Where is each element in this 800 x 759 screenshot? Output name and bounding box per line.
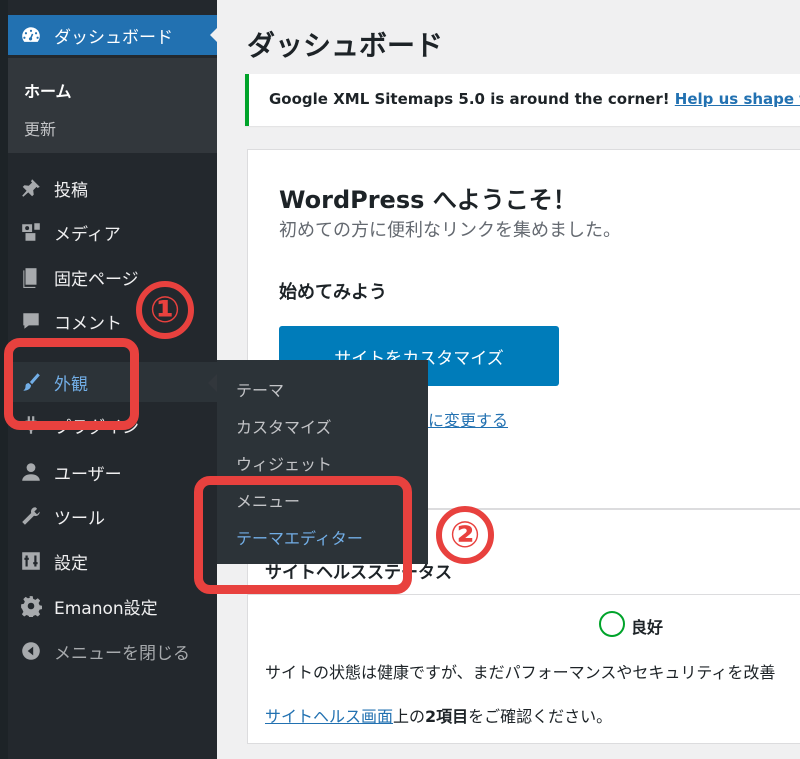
sidebar-item-label: ユーザー bbox=[54, 464, 122, 485]
user-icon bbox=[8, 461, 54, 483]
sidebar-item-tools[interactable]: ツール bbox=[8, 496, 217, 536]
sidebar-item-label: 投稿 bbox=[54, 180, 88, 201]
dashboard-submenu: ホーム 更新 bbox=[8, 58, 217, 153]
welcome-subtitle: 初めての方に便利なリンクを集めました。 bbox=[279, 220, 621, 241]
health-description: サイトの状態は健康ですが、まだパフォーマンスやセキュリティを改善 bbox=[265, 663, 776, 682]
flyout-item-customize[interactable]: カスタマイズ bbox=[236, 414, 332, 438]
page-title: ダッシュボード bbox=[247, 29, 444, 62]
media-icon bbox=[8, 221, 54, 243]
annotation-number-two: ② bbox=[436, 506, 494, 564]
flyout-item-widgets[interactable]: ウィジェット bbox=[236, 451, 332, 475]
collapse-icon bbox=[8, 640, 54, 662]
annotation-box-theme-editor bbox=[194, 476, 412, 594]
get-started-heading: 始めてみよう bbox=[279, 282, 387, 303]
sidebar-item-emanon-settings[interactable]: Emanon設定 bbox=[8, 586, 217, 626]
health-link-suffix-end: をご確認ください。 bbox=[468, 707, 613, 726]
welcome-title: WordPress へようこそ！ bbox=[279, 186, 577, 214]
annotation-box-appearance bbox=[4, 338, 139, 430]
health-status-label: 良好 bbox=[631, 618, 664, 637]
sidebar-item-label: 固定ページ bbox=[54, 269, 139, 290]
comment-icon bbox=[8, 310, 54, 332]
sidebar-item-media[interactable]: メディア bbox=[8, 212, 217, 252]
pin-icon bbox=[8, 177, 54, 199]
dashboard-icon bbox=[8, 24, 54, 46]
collapse-menu-button[interactable]: メニューを閉じる bbox=[8, 631, 217, 671]
sidebar-item-users[interactable]: ユーザー bbox=[8, 452, 217, 492]
health-item-count: 2項目 bbox=[425, 707, 469, 726]
submenu-home[interactable]: ホーム bbox=[24, 78, 72, 102]
sitemap-notice: Google XML Sitemaps 5.0 is around the co… bbox=[245, 74, 800, 126]
wrench-icon bbox=[8, 505, 54, 527]
sidebar-item-label: ダッシュボード bbox=[54, 27, 173, 48]
settings-icon bbox=[8, 550, 54, 572]
flyout-item-themes[interactable]: テーマ bbox=[236, 377, 284, 401]
gear-icon bbox=[8, 595, 54, 617]
sidebar-item-label: ツール bbox=[54, 508, 105, 529]
change-theme-link[interactable]: に変更する bbox=[428, 407, 508, 431]
health-link-line: サイトヘルス画面上の2項目をご確認ください。 bbox=[265, 703, 612, 727]
sidebar-item-label: メニューを閉じる bbox=[54, 643, 190, 664]
sidebar-item-label: メディア bbox=[54, 224, 121, 245]
notice-message: Google XML Sitemaps 5.0 is around the co… bbox=[269, 90, 675, 108]
health-status-circle-icon bbox=[599, 611, 625, 637]
sidebar-item-posts[interactable]: 投稿 bbox=[8, 168, 217, 208]
submenu-update[interactable]: 更新 bbox=[24, 116, 56, 140]
health-link-suffix: 上の bbox=[393, 707, 426, 726]
sidebar-item-settings[interactable]: 設定 bbox=[8, 541, 217, 581]
sidebar-item-label: Emanon設定 bbox=[54, 598, 158, 619]
site-health-link[interactable]: サイトヘルス画面 bbox=[265, 707, 393, 726]
annotation-number-one: ① bbox=[136, 281, 194, 339]
page-icon bbox=[8, 266, 54, 288]
sidebar-item-label: コメント bbox=[54, 313, 122, 334]
sidebar-item-label: 設定 bbox=[54, 553, 88, 574]
notice-text: Google XML Sitemaps 5.0 is around the co… bbox=[269, 90, 800, 108]
notice-link[interactable]: Help us shape th bbox=[675, 90, 800, 108]
flyout-pointer bbox=[208, 374, 217, 392]
sidebar-item-dashboard[interactable]: ダッシュボード bbox=[8, 15, 218, 55]
